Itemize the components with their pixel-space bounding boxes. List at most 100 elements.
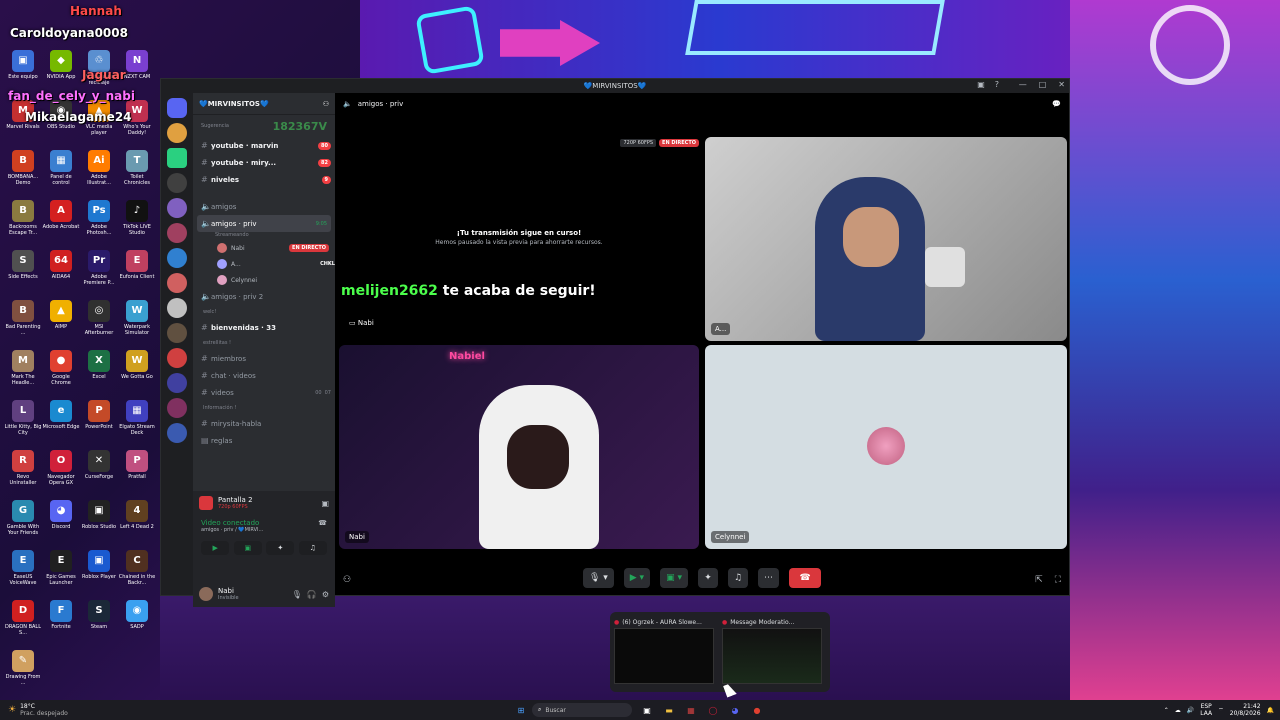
minimize-button[interactable]: — bbox=[1019, 80, 1027, 89]
desktop-shortcut[interactable]: S Side Effects bbox=[4, 250, 42, 280]
fullscreen-icon[interactable]: ⛶ bbox=[1055, 575, 1061, 585]
desktop-shortcut[interactable]: ▲ AIMP bbox=[42, 300, 80, 330]
language-indicator[interactable]: ESP LAA bbox=[1200, 703, 1212, 717]
mic-button[interactable]: 🎙 ▾ bbox=[582, 568, 614, 588]
wifi-icon[interactable]: ⌔ bbox=[1218, 706, 1224, 714]
popout-icon[interactable]: ⇱ bbox=[1035, 575, 1043, 585]
desktop-shortcut[interactable]: S Steam bbox=[80, 600, 118, 630]
weather-widget[interactable]: ☀ 18°C Prac. despejado bbox=[0, 703, 200, 717]
desktop-shortcut[interactable]: W We Gotta Go bbox=[118, 350, 156, 380]
disconnect-icon[interactable]: ☎ bbox=[318, 519, 327, 527]
desktop-shortcut[interactable]: ▣ Este equipo bbox=[4, 50, 42, 80]
search-box[interactable]: ⌕ Buscar bbox=[532, 703, 632, 717]
network-icon[interactable]: ☁ bbox=[1175, 707, 1181, 714]
chat-icon[interactable]: 💬 bbox=[1052, 100, 1061, 108]
channel-mirysita-habla[interactable]: # mirysita-habla bbox=[193, 415, 335, 432]
channel-videos[interactable]: # videos 00 07 bbox=[193, 384, 335, 401]
discord-taskbar-icon[interactable]: ◕ bbox=[728, 703, 742, 717]
desktop-shortcut[interactable]: B Bad Parenting ... bbox=[4, 300, 42, 336]
channel-chat-videos[interactable]: # chat · videos bbox=[193, 367, 335, 384]
camera-tile-top[interactable]: A... bbox=[705, 137, 1067, 341]
desktop-shortcut[interactable]: F Fortnite bbox=[42, 600, 80, 630]
category-estrellitas[interactable]: estrellitas ! bbox=[193, 336, 335, 350]
desktop-shortcut[interactable]: e Microsoft Edge bbox=[42, 400, 80, 430]
inbox-icon[interactable]: ▣ bbox=[977, 80, 985, 89]
desktop-shortcut[interactable]: Ai Adobe Illustrat... bbox=[80, 150, 118, 186]
desktop-shortcut[interactable]: Pr Adobe Premiere P... bbox=[80, 250, 118, 286]
desktop-shortcut[interactable]: ◆ NVIDIA App bbox=[42, 50, 80, 80]
desktop-shortcut[interactable]: 64 AIDA64 bbox=[42, 250, 80, 280]
server-icon[interactable] bbox=[167, 198, 187, 218]
desktop-shortcut[interactable]: L Little Kitty, Big City bbox=[4, 400, 42, 436]
desktop-shortcut[interactable]: E Eufonia Client bbox=[118, 250, 156, 280]
activities-button[interactable]: ✦ bbox=[697, 568, 718, 588]
text-channel[interactable]: # niveles 9 bbox=[193, 171, 335, 188]
desktop-shortcut[interactable]: ▦ Panel de control bbox=[42, 150, 80, 186]
desktop-shortcut[interactable]: ● Google Chrome bbox=[42, 350, 80, 386]
desktop-shortcut[interactable]: ▣ Roblox Studio bbox=[80, 500, 118, 530]
desktop-shortcut[interactable]: E EaseUS VoiceWave bbox=[4, 550, 42, 586]
voice-user[interactable]: Celynnei bbox=[193, 272, 335, 288]
server-icon[interactable] bbox=[167, 348, 187, 368]
desktop-shortcut[interactable]: G Gamble With Your Friends bbox=[4, 500, 42, 536]
desktop-shortcut[interactable]: ▣ Roblox Player bbox=[80, 550, 118, 580]
share-screen-button[interactable]: ▣ bbox=[233, 541, 262, 555]
category-info[interactable]: Información ! bbox=[193, 401, 335, 415]
desktop-shortcut[interactable]: R Revo Uninstaller bbox=[4, 450, 42, 486]
maximize-button[interactable]: □ bbox=[1039, 80, 1047, 89]
voice-user[interactable]: Nabi EN DIRECTO bbox=[193, 240, 335, 256]
desktop-shortcut[interactable]: ◉ SADP bbox=[118, 600, 156, 630]
invite-icon[interactable]: ⚇ bbox=[343, 575, 351, 585]
desktop-shortcut[interactable]: 4 Left 4 Dead 2 bbox=[118, 500, 156, 530]
desktop-shortcut[interactable]: C Chained in the Backr... bbox=[118, 550, 156, 586]
share-screen-button[interactable]: ▣ ▾ bbox=[660, 568, 688, 588]
server-icon[interactable] bbox=[167, 123, 187, 143]
clock[interactable]: 21:42 20/8/2026 bbox=[1230, 703, 1261, 717]
text-channel[interactable]: # youtube · marvin 80 bbox=[193, 137, 335, 154]
stop-stream-icon[interactable]: ▣ bbox=[321, 499, 329, 508]
calendar-app-icon[interactable]: ▦ bbox=[684, 703, 698, 717]
close-button[interactable]: ✕ bbox=[1058, 80, 1065, 89]
desktop-shortcut[interactable]: T Toilet Chronicles bbox=[118, 150, 156, 186]
server-icon[interactable] bbox=[167, 373, 187, 393]
channel-amigos[interactable]: 🔈 amigos bbox=[193, 198, 335, 215]
notifications-icon[interactable]: 🔔 bbox=[1267, 707, 1274, 714]
category-welc[interactable]: welc! bbox=[193, 305, 335, 319]
server-header[interactable]: 💙MIRVINSITOS💙 ⚇ bbox=[193, 93, 335, 115]
channel-amigos-priv[interactable]: 🔈 amigos · priv 9:05 bbox=[197, 215, 331, 232]
text-channel[interactable]: # youtube · miry... 82 bbox=[193, 154, 335, 171]
desktop-shortcut[interactable]: ◕ Discord bbox=[42, 500, 80, 530]
desktop-shortcut[interactable]: ▦ Elgato Stream Deck bbox=[118, 400, 156, 436]
avatar[interactable] bbox=[199, 587, 213, 601]
desktop-shortcut[interactable]: B BOMBANA... Demo bbox=[4, 150, 42, 186]
desktop-shortcut[interactable]: A Adobe Acrobat bbox=[42, 200, 80, 230]
server-icon[interactable] bbox=[167, 148, 187, 168]
activities-button[interactable]: ✦ bbox=[266, 541, 295, 555]
soundboard-button[interactable]: ♫ bbox=[727, 568, 749, 588]
camera-tile-nabi[interactable]: Nabiel Nabi bbox=[339, 345, 699, 549]
voice-user[interactable]: A... CHKL bbox=[193, 256, 335, 272]
camera-button[interactable]: ▶ ▾ bbox=[623, 568, 651, 588]
preview-window-2[interactable]: ● Message Moderatio... bbox=[722, 616, 826, 688]
desktop-shortcut[interactable]: P Pratfall bbox=[118, 450, 156, 480]
server-icon[interactable] bbox=[167, 423, 187, 443]
chrome-taskbar-icon[interactable]: ● bbox=[750, 703, 764, 717]
desktop-shortcut[interactable]: M Mark The Headle... bbox=[4, 350, 42, 386]
preview-window-1[interactable]: ● (6) Ogrzek - AURA Slowe... bbox=[614, 616, 718, 688]
channel-amigos-priv-2[interactable]: 🔈 amigos · priv 2 bbox=[193, 288, 335, 305]
add-friend-icon[interactable]: ⚇ bbox=[323, 100, 329, 108]
desktop-shortcut[interactable]: ✎ Drawing From ... bbox=[4, 650, 42, 686]
hang-up-button[interactable]: ☎ bbox=[789, 568, 822, 588]
camera-button[interactable]: ▶ bbox=[201, 541, 230, 555]
desktop-shortcut[interactable]: P PowerPoint bbox=[80, 400, 118, 430]
server-icon[interactable] bbox=[167, 398, 187, 418]
server-icon[interactable] bbox=[167, 273, 187, 293]
desktop-shortcut[interactable]: X Excel bbox=[80, 350, 118, 380]
opera-gx-icon[interactable]: ◯ bbox=[706, 703, 720, 717]
desktop-shortcut[interactable]: ♪ TikTok LIVE Studio bbox=[118, 200, 156, 236]
server-icon[interactable] bbox=[167, 248, 187, 268]
own-stream-tile[interactable]: 720P 60FPS EN DIRECTO ¡Tu transmisión si… bbox=[339, 135, 699, 337]
desktop-shortcut[interactable]: Ps Adobe Photosh... bbox=[80, 200, 118, 236]
server-icon[interactable] bbox=[167, 298, 187, 318]
task-view-icon[interactable]: ▣ bbox=[640, 703, 654, 717]
